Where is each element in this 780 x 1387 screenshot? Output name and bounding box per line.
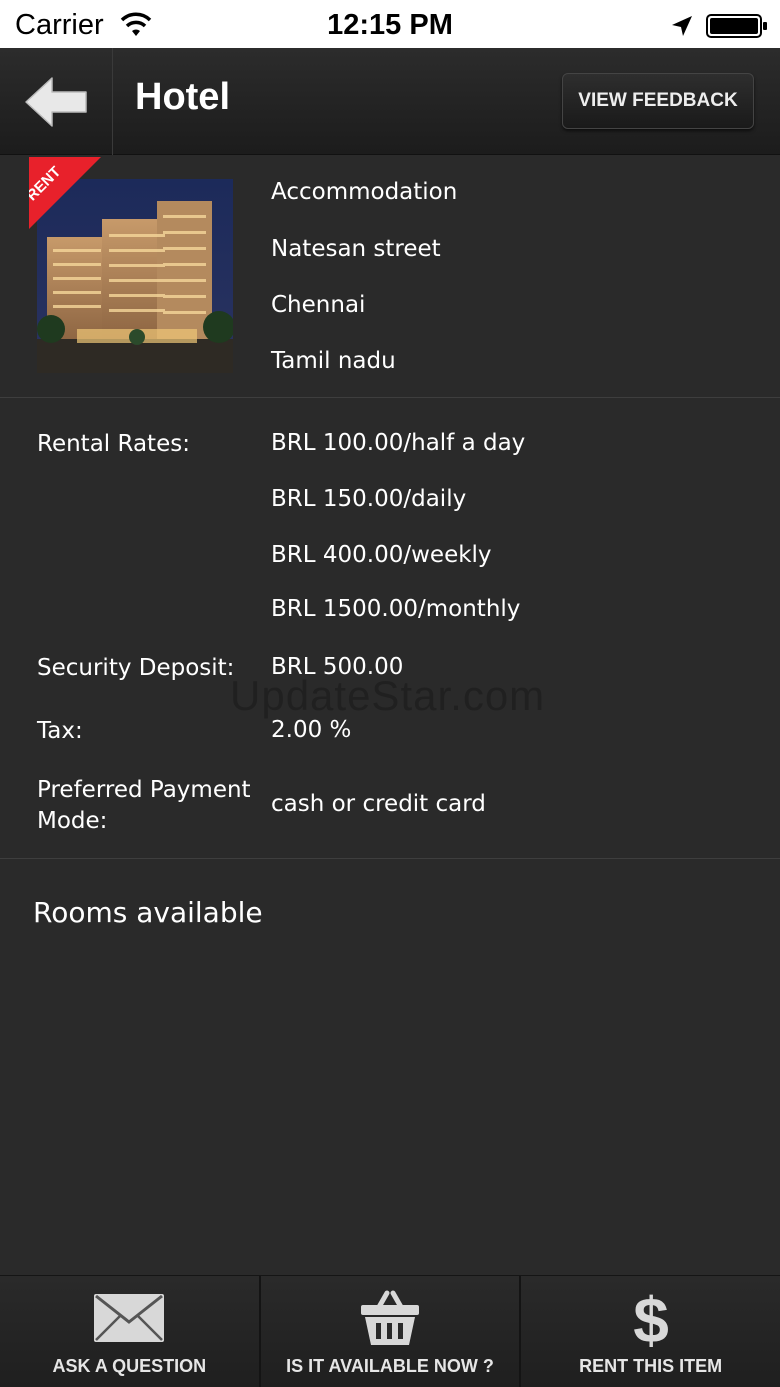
location-arrow-icon <box>672 16 692 36</box>
rate-half-day: BRL 100.00/half a day <box>271 430 526 456</box>
svg-text:$: $ <box>633 1286 669 1350</box>
rent-ribbon: RENT <box>29 157 101 229</box>
payment-mode-label-line1: Preferred Payment <box>37 777 251 803</box>
rental-rates-label: Rental Rates: <box>37 431 190 457</box>
clock: 12:15 PM <box>327 9 453 41</box>
dollar-icon: $ <box>633 1286 669 1350</box>
basket-icon <box>361 1290 419 1345</box>
payment-mode-value: cash or credit card <box>271 791 486 817</box>
listing-state: Tamil nadu <box>271 348 396 374</box>
rate-daily: BRL 150.00/daily <box>271 486 467 512</box>
envelope-icon <box>94 1294 165 1342</box>
navigation-bar: Hotel VIEW FEEDBACK <box>0 48 780 155</box>
rent-item-button[interactable]: $ RENT THIS ITEM <box>519 1276 780 1387</box>
rate-monthly: BRL 1500.00/monthly <box>271 596 521 622</box>
page-title: Hotel <box>135 76 230 118</box>
rate-weekly: BRL 400.00/weekly <box>271 542 492 568</box>
tax-value: 2.00 % <box>271 717 352 743</box>
back-button[interactable] <box>0 48 113 155</box>
listing-street: Natesan street <box>271 236 441 262</box>
tax-label: Tax: <box>37 718 83 744</box>
listing-summary: RENT Accommodation Natesan street Chenna… <box>0 155 780 398</box>
view-feedback-button[interactable]: VIEW FEEDBACK <box>562 73 754 129</box>
bottom-toolbar: ASK A QUESTION IS IT AVAILABLE NOW ? $ R… <box>0 1275 780 1387</box>
availability-label: IS IT AVAILABLE NOW ? <box>286 1356 494 1376</box>
ask-question-button[interactable]: ASK A QUESTION <box>0 1276 259 1387</box>
battery-icon <box>706 14 767 38</box>
listing-category: Accommodation <box>271 179 458 205</box>
back-arrow-icon <box>25 76 87 127</box>
availability-button[interactable]: IS IT AVAILABLE NOW ? <box>258 1276 520 1387</box>
listing-city: Chennai <box>271 292 366 318</box>
payment-mode-label-line2: Mode: <box>37 808 108 834</box>
security-deposit-label: Security Deposit: <box>37 655 235 681</box>
rent-item-label: RENT THIS ITEM <box>579 1356 723 1376</box>
watermark: UpdateStar.com <box>230 672 546 719</box>
rooms-available-heading: Rooms available <box>33 896 263 929</box>
status-bar: Carrier 12:15 PM <box>0 0 780 48</box>
ask-question-label: ASK A QUESTION <box>52 1356 207 1376</box>
rates-section: Rental Rates: BRL 100.00/half a day BRL … <box>0 398 780 859</box>
